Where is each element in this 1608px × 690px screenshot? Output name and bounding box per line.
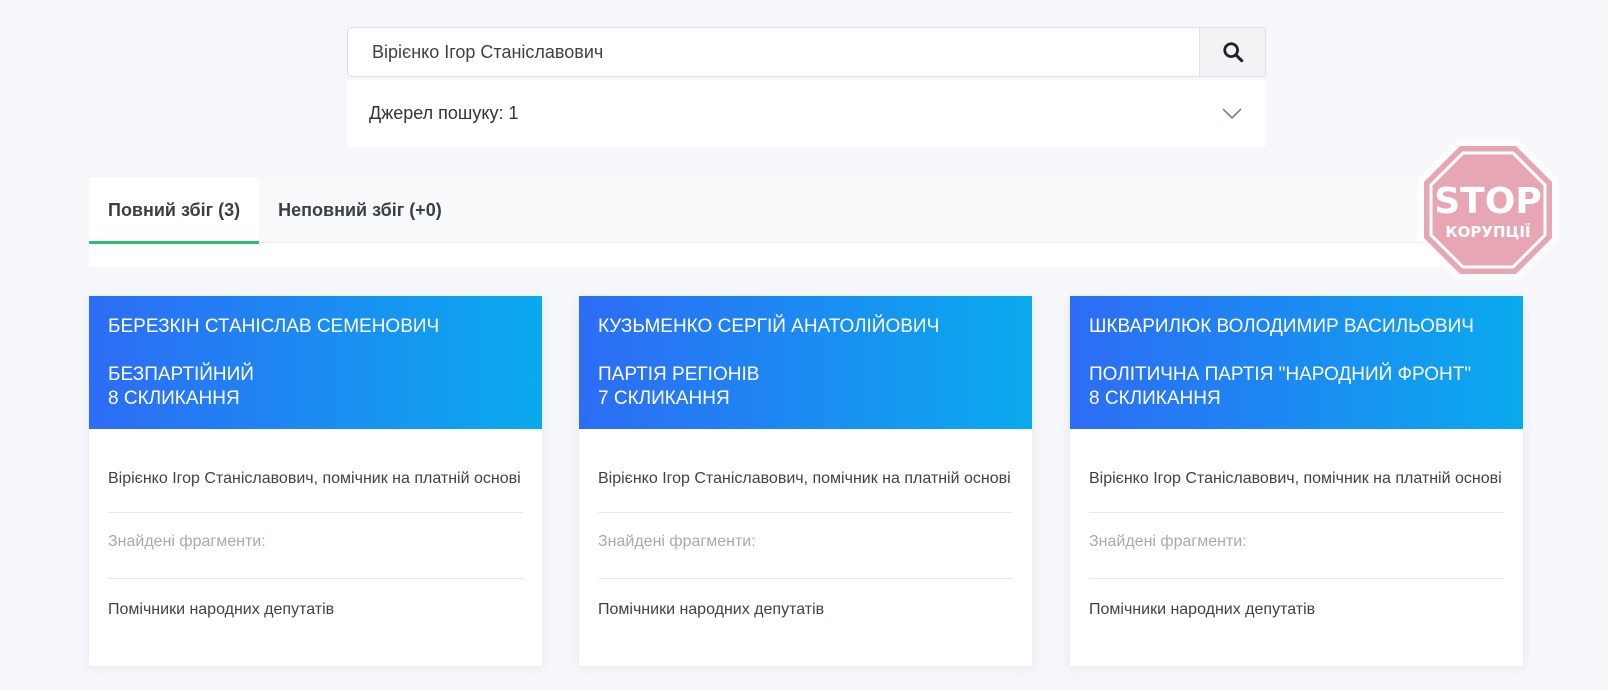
search-icon [1222,42,1243,63]
deputy-party: БЕЗПАРТІЙНИЙ [108,364,254,385]
card-body: Вірієнко Ігор Станіславович, помічник на… [89,429,542,619]
deputy-name: КУЗЬМЕНКО СЕРГІЙ АНАТОЛІЙОВИЧ [598,316,940,337]
tab-partial-match-label: Неповний збіг (+0) [278,199,442,220]
deputy-convocation: 8 СКЛИКАННЯ [1089,388,1221,409]
tab-full-match[interactable]: Повний збіг (3) [89,177,260,244]
result-card: БЕРЕЗКІН СТАНІСЛАВ СЕМЕНОВИЧ БЕЗПАРТІЙНИ… [89,296,542,666]
result-card: КУЗЬМЕНКО СЕРГІЙ АНАТОЛІЙОВИЧ ПАРТІЯ РЕГ… [579,296,1032,666]
card-header[interactable]: КУЗЬМЕНКО СЕРГІЙ АНАТОЛІЙОВИЧ ПАРТІЯ РЕГ… [579,296,1032,429]
deputy-party: ПАРТІЯ РЕГІОНІВ [598,364,760,385]
tabs-panel: Повний збіг (3) Неповний збіг (+0) [89,177,1523,267]
card-body: Вірієнко Ігор Станіславович, помічник на… [1070,429,1523,619]
sources-dropdown[interactable]: Джерел пошуку: 1 [347,80,1266,147]
deputy-party: ПОЛІТИЧНА ПАРТІЯ "НАРОДНИЙ ФРОНТ" [1089,364,1472,385]
card-body: Вірієнко Ігор Станіславович, помічник на… [579,429,1032,619]
assistant-text: Вірієнко Ігор Станіславович, помічник на… [108,465,523,513]
assistant-text: Вірієнко Ігор Станіславович, помічник на… [598,465,1013,513]
deputy-name: ШКВАРИЛЮК ВОЛОДИМИР ВАСИЛЬОВИЧ [1089,316,1474,337]
stop-corruption-logo: STOP КОРУПЦІЇ [1417,139,1559,281]
tab-full-match-label: Повний збіг (3) [108,199,241,220]
page: Джерел пошуку: 1 Повний збіг (3) Неповни… [0,0,1608,690]
logo-text-bottom: КОРУПЦІЇ [1445,222,1531,241]
search-input[interactable] [348,28,1199,76]
card-header[interactable]: БЕРЕЗКІН СТАНІСЛАВ СЕМЕНОВИЧ БЕЗПАРТІЙНИ… [89,296,542,429]
search-bar [347,27,1266,77]
source-link[interactable]: Помічники народних депутатів [598,579,1013,619]
chevron-down-icon [1222,107,1242,119]
result-card: ШКВАРИЛЮК ВОЛОДИМИР ВАСИЛЬОВИЧ ПОЛІТИЧНА… [1070,296,1523,666]
deputy-convocation: 7 СКЛИКАННЯ [598,388,730,409]
source-link[interactable]: Помічники народних депутатів [1089,579,1504,619]
source-link[interactable]: Помічники народних депутатів [108,579,523,619]
search-button[interactable] [1199,28,1265,76]
card-header[interactable]: ШКВАРИЛЮК ВОЛОДИМИР ВАСИЛЬОВИЧ ПОЛІТИЧНА… [1070,296,1523,429]
tabs: Повний збіг (3) Неповний збіг (+0) [89,177,1523,244]
deputy-convocation: 8 СКЛИКАННЯ [108,388,240,409]
sources-label: Джерел пошуку: 1 [369,103,519,123]
fragments-label: Знайдені фрагменти: [598,513,1013,579]
fragments-label: Знайдені фрагменти: [1089,513,1504,579]
deputy-name: БЕРЕЗКІН СТАНІСЛАВ СЕМЕНОВИЧ [108,316,440,337]
tab-partial-match[interactable]: Неповний збіг (+0) [259,177,461,243]
assistant-text: Вірієнко Ігор Станіславович, помічник на… [1089,465,1504,513]
logo-text-top: STOP [1434,181,1541,222]
fragments-label: Знайдені фрагменти: [108,513,523,579]
